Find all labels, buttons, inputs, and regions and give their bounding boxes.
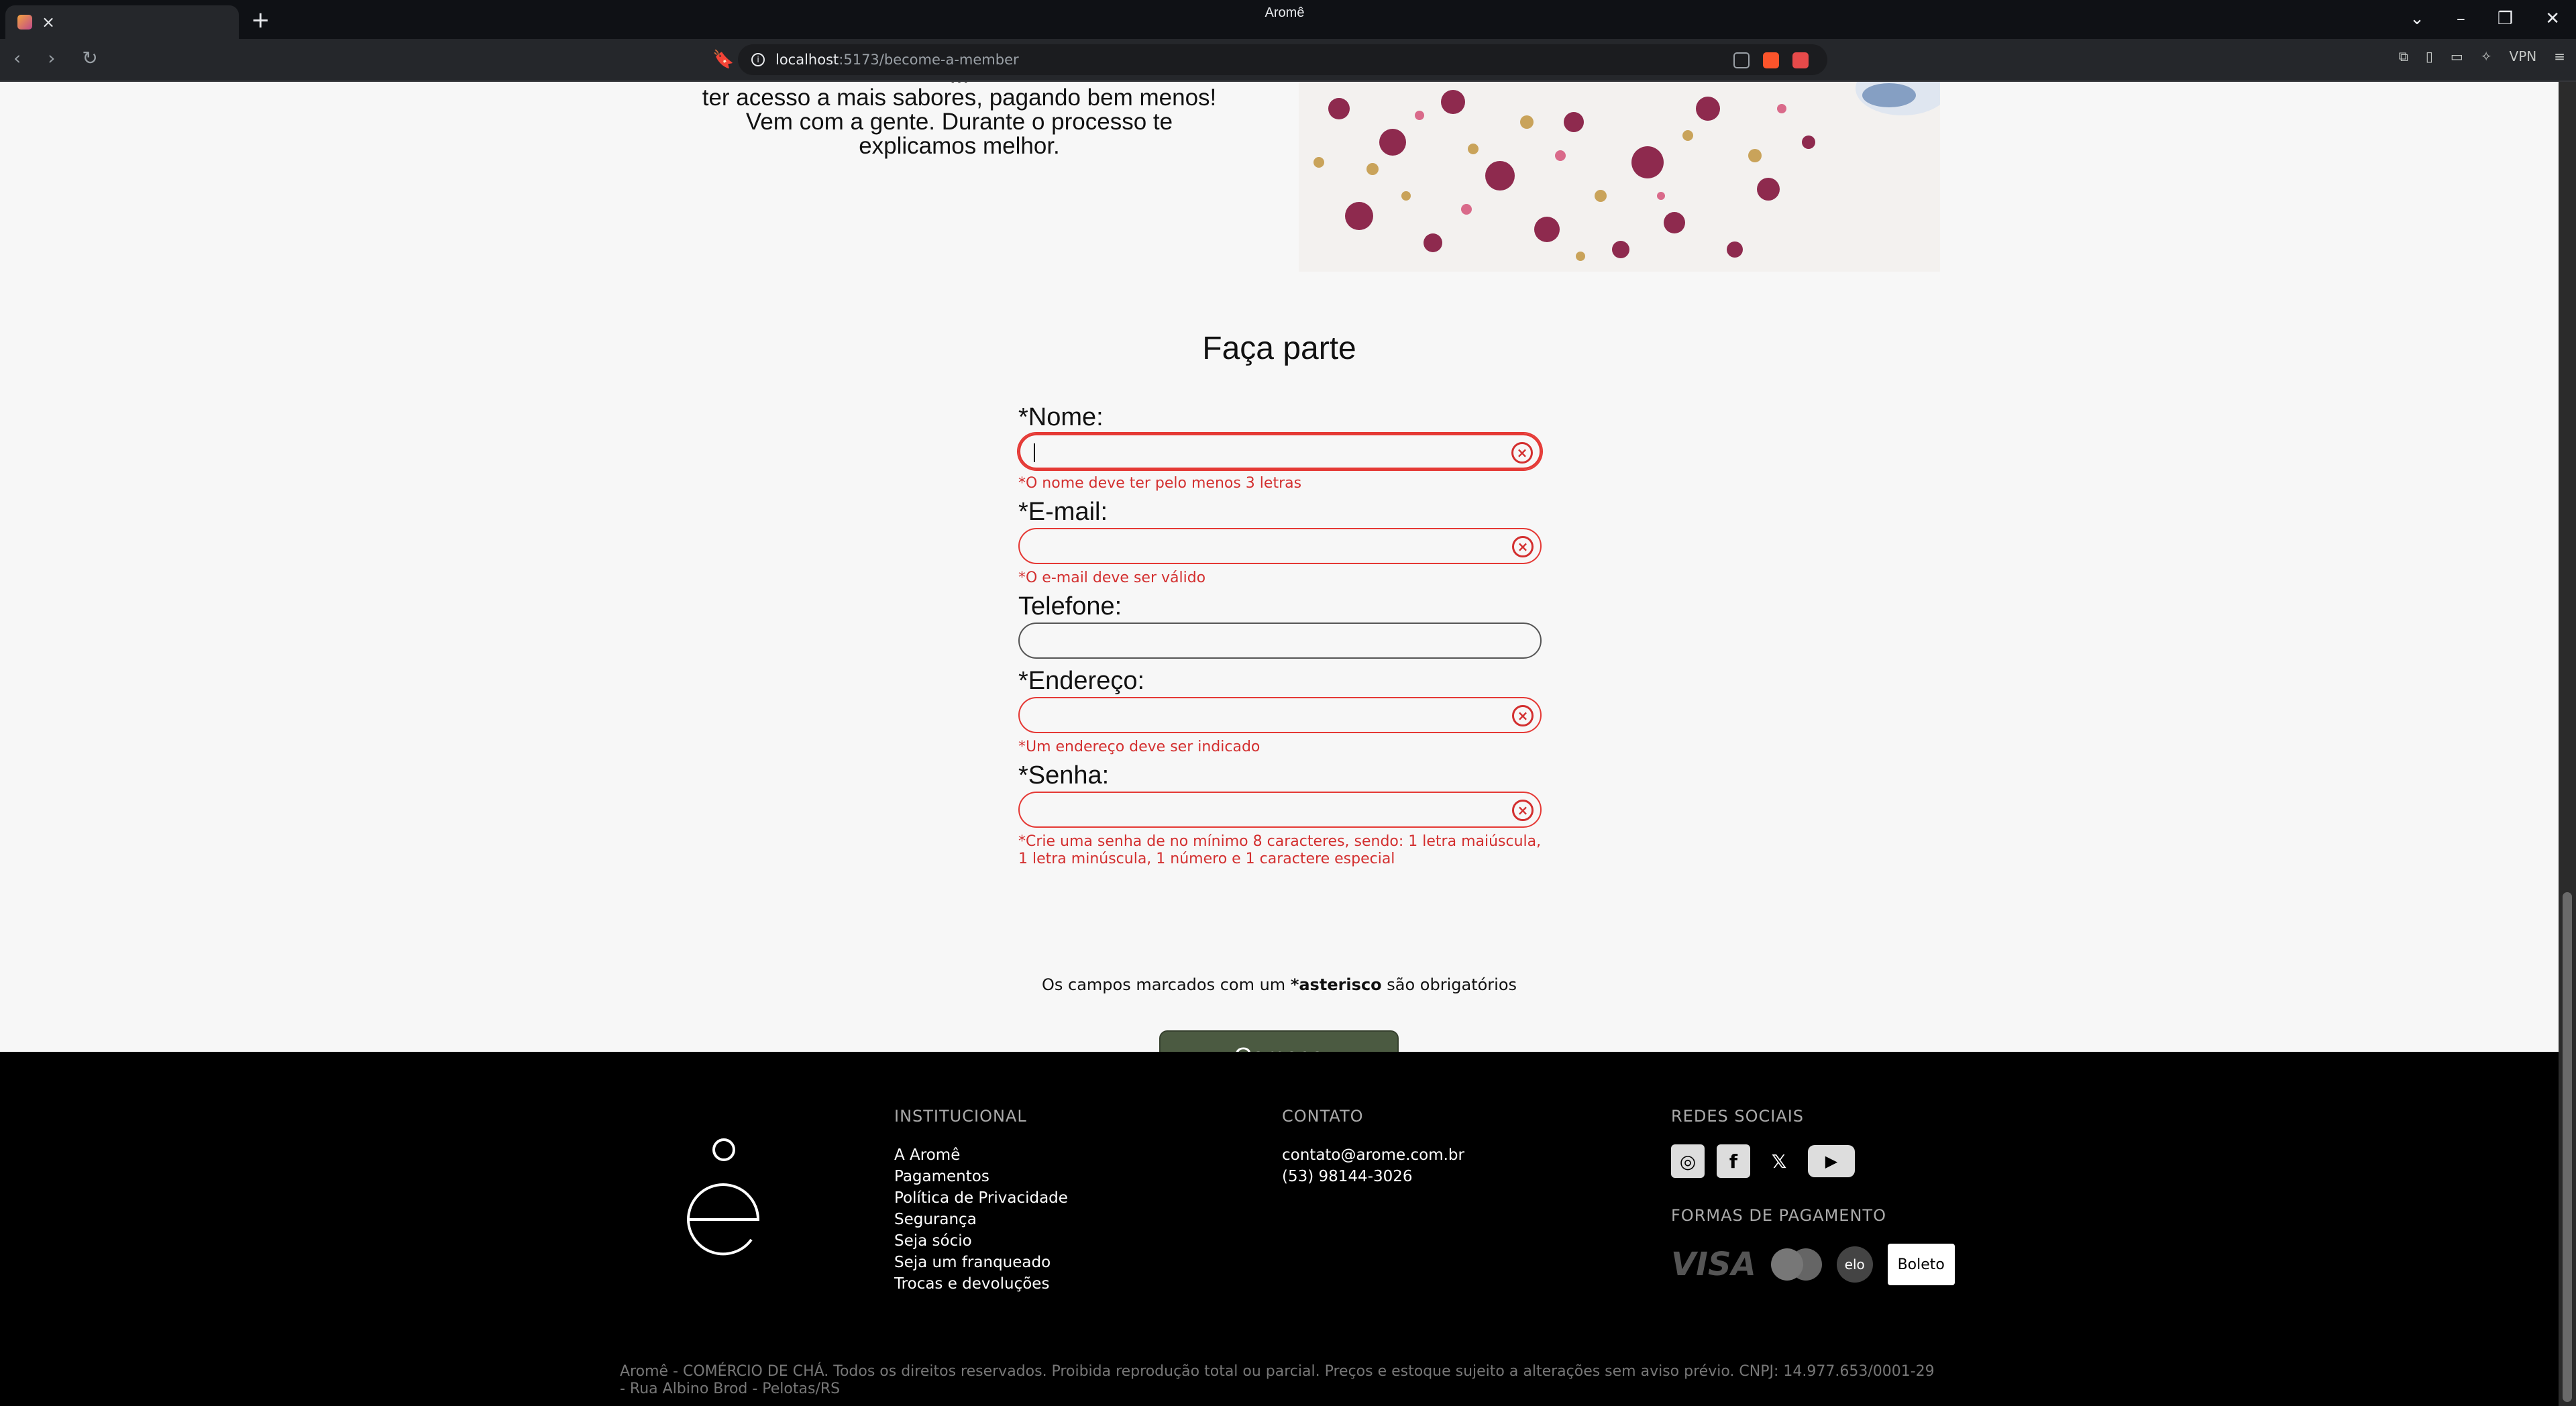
error-icon: × (1512, 705, 1534, 726)
intro-line-3: explicamos melhor. (859, 133, 1060, 159)
footer: INSTITUCIONAL A Aromê Pagamentos Polític… (0, 1052, 2559, 1406)
browser-chrome: Aromê × + ⌄ – ❐ ✕ ‹ › ↻ 🔖 i localhost:51… (0, 0, 2576, 82)
scrollbar-thumb[interactable] (2563, 892, 2572, 1402)
url-host: localhost (775, 52, 839, 68)
footer-link-franqueado[interactable]: Seja um franqueado (894, 1252, 1068, 1273)
social-column: REDES SOCIAIS ◎ f 𝕏 ▶ FORMAS DE PAGAMENT… (1671, 1107, 1955, 1285)
bookmark-icon[interactable]: 🔖 (712, 50, 734, 70)
wallet-icon[interactable]: ▭ (2451, 48, 2463, 64)
sidebar-icon[interactable]: ▯ (2426, 48, 2433, 64)
form-title: Faça parte (1202, 331, 1356, 366)
intro-cut-line: ... (684, 82, 1234, 87)
tab-bar: Aromê × + ⌄ – ❐ ✕ (0, 0, 2576, 39)
contato-title: CONTATO (1282, 1107, 1364, 1126)
restore-icon[interactable]: ❐ (2498, 4, 2513, 34)
address-field-group: *Endereço: × *Um endereço deve ser indic… (1018, 666, 1542, 756)
menu-icon[interactable]: ≡ (2554, 48, 2565, 64)
name-field-group: *Nome: × *O nome deve ter pelo menos 3 l… (1018, 402, 1542, 492)
phone-label: Telefone: (1018, 592, 1122, 620)
legal-note: Aromê - COMÉRCIO DE CHÁ. Todos os direit… (620, 1363, 1935, 1397)
intro-line-1: ter acesso a mais sabores, pagando bem m… (702, 85, 1217, 111)
address-label: *Endereço: (1018, 667, 1145, 695)
text-caret (1034, 443, 1035, 462)
reload-icon[interactable]: ↻ (82, 47, 97, 69)
email-input[interactable]: × (1018, 528, 1542, 564)
youtube-icon[interactable]: ▶ (1808, 1145, 1855, 1177)
password-label: *Senha: (1018, 761, 1110, 790)
email-field-group: *E-mail: × *O e-mail deve ser válido (1018, 497, 1542, 587)
footer-link-seguranca[interactable]: Segurança (894, 1209, 1068, 1230)
tab-list-icon[interactable]: ⌄ (2410, 4, 2424, 34)
email-error: *O e-mail deve ser válido (1018, 570, 1206, 586)
toolbar-right: ⧉ ▯ ▭ ✧ VPN ≡ (2399, 48, 2565, 64)
minimize-icon[interactable]: – (2457, 4, 2465, 34)
address-bar-icons (1733, 52, 1809, 68)
footer-link-trocas[interactable]: Trocas e devoluções (894, 1273, 1068, 1295)
back-icon[interactable]: ‹ (13, 47, 21, 69)
password-error: *Crie uma senha de no mínimo 8 caractere… (1018, 833, 1542, 867)
brave-rewards-icon[interactable] (1792, 52, 1809, 68)
arome-logo-icon (686, 1138, 760, 1256)
footer-link-pagamentos[interactable]: Pagamentos (894, 1166, 1068, 1187)
instagram-icon[interactable]: ◎ (1671, 1144, 1705, 1178)
social-icons: ◎ f 𝕏 ▶ (1671, 1144, 1955, 1178)
footer-link-privacidade[interactable]: Política de Privacidade (894, 1187, 1068, 1209)
footer-link-a-arome[interactable]: A Aromê (894, 1144, 1068, 1166)
phone-input[interactable] (1018, 623, 1542, 659)
share-icon[interactable] (1733, 52, 1750, 68)
error-icon: × (1512, 800, 1534, 821)
leo-icon[interactable]: ✧ (2481, 48, 2492, 64)
visa-icon: VISA (1671, 1246, 1756, 1283)
tab-title: Aromê (1265, 5, 1305, 20)
browser-tab[interactable]: Aromê × (5, 5, 1304, 39)
address-input[interactable]: × (1018, 697, 1542, 733)
formas-pagamento-title: FORMAS DE PAGAMENTO (1671, 1206, 1886, 1225)
tea-petals-photo (1299, 82, 1940, 272)
facebook-icon[interactable]: f (1717, 1144, 1750, 1178)
name-error: *O nome deve ter pelo menos 3 letras (1018, 475, 1302, 492)
intro-line-2: Vem com a gente. Durante o processo te (745, 109, 1173, 135)
new-tab-icon[interactable]: + (251, 5, 270, 35)
required-note-post: são obrigatórios (1381, 975, 1517, 994)
error-icon: × (1512, 536, 1534, 557)
required-note-bold: *asterisco (1290, 975, 1382, 994)
contact-phone: (53) 98144-3026 (1282, 1168, 1413, 1185)
error-icon: × (1511, 442, 1533, 464)
payment-icons: VISA elo Boleto (1671, 1244, 1955, 1285)
contato-column: CONTATO contato@arome.com.br (53) 98144-… (1282, 1107, 1464, 1187)
x-twitter-icon[interactable]: 𝕏 (1762, 1144, 1796, 1178)
url-path: :5173/become-a-member (839, 52, 1019, 68)
contact-email-link[interactable]: contato@arome.com.br (1282, 1144, 1464, 1166)
site-info-icon[interactable]: i (751, 53, 765, 66)
required-note: Os campos marcados com um *asterisco são… (0, 975, 2559, 994)
name-label: *Nome: (1018, 403, 1104, 431)
footer-link-seja-socio[interactable]: Seja sócio (894, 1230, 1068, 1252)
brave-shield-icon[interactable] (1763, 52, 1779, 68)
address-bar[interactable]: i localhost:5173/become-a-member (738, 44, 1827, 75)
forward-icon[interactable]: › (48, 47, 55, 69)
browser-toolbar: ‹ › ↻ 🔖 i localhost:5173/become-a-member… (0, 39, 2576, 82)
page-scrollbar[interactable] (2559, 82, 2576, 1406)
elo-icon: elo (1836, 1246, 1873, 1283)
extensions-icon[interactable]: ⧉ (2399, 48, 2408, 64)
mastercard-icon (1770, 1248, 1822, 1281)
name-input[interactable]: × (1018, 433, 1542, 470)
redes-sociais-title: REDES SOCIAIS (1671, 1107, 1805, 1126)
password-field-group: *Senha: × *Crie uma senha de no mínimo 8… (1018, 761, 1542, 868)
close-window-icon[interactable]: ✕ (2545, 4, 2560, 34)
boleto-icon: Boleto (1887, 1244, 1955, 1285)
window-controls: ⌄ – ❐ ✕ (2410, 4, 2560, 34)
phone-field-group: Telefone: (1018, 592, 1542, 659)
email-label: *E-mail: (1018, 498, 1108, 526)
institucional-column: INSTITUCIONAL A Aromê Pagamentos Polític… (894, 1107, 1068, 1295)
intro-text: ... ter acesso a mais sabores, pagando b… (684, 82, 1234, 158)
address-error: *Um endereço deve ser indicado (1018, 739, 1260, 755)
nav-buttons: ‹ › ↻ (13, 47, 98, 69)
password-input[interactable]: × (1018, 792, 1542, 828)
institucional-title: INSTITUCIONAL (894, 1107, 1027, 1126)
vpn-button[interactable]: VPN (2510, 48, 2537, 64)
required-note-pre: Os campos marcados com um (1041, 975, 1291, 994)
page-content: ... ter acesso a mais sabores, pagando b… (0, 82, 2559, 1406)
